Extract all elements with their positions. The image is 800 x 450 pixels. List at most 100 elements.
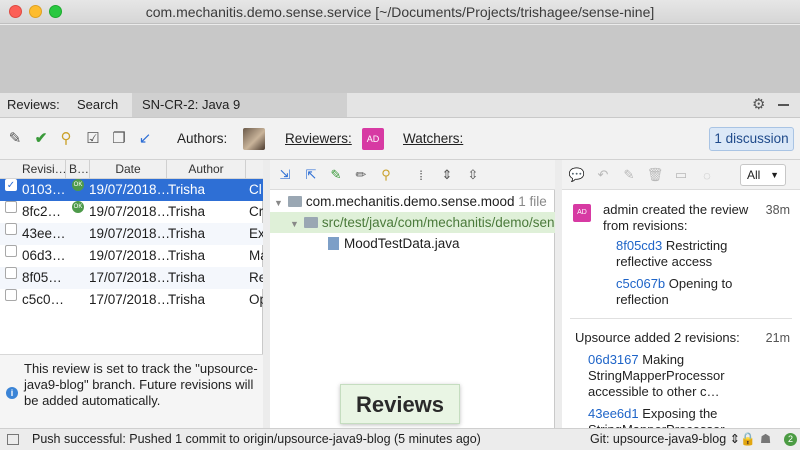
avatar: AD [573,204,591,222]
revision-message: Re [249,270,263,285]
revision-date: 19/07/2018… [89,226,171,241]
revision-date: 19/07/2018… [89,204,171,219]
table-row[interactable]: 8f05… 17/07/2018… Trisha Re [0,267,263,289]
expand-icon[interactable]: ⇱ [302,166,320,184]
table-row[interactable]: 43ee… 19/07/2018… Trisha Ex [0,223,263,245]
revision-checkbox[interactable] [5,289,17,301]
feed-item-time: 21m [765,331,790,345]
revision-author: Trisha [168,182,206,197]
collapse-icon[interactable]: ⇲ [276,166,294,184]
revision-checkbox[interactable] [5,223,17,235]
find-reviewer-icon[interactable]: ⚲ [57,129,75,147]
tree-node-module[interactable]: ▼ com.mechanitis.demo.sense.mood 1 file [270,191,555,212]
title-bar: com.mechanitis.demo.sense.service [~/Doc… [0,0,800,24]
tree-node-folder[interactable]: ▼ src/test/java/com/mechanitis/demo/sense… [270,212,555,233]
expand-arrow-icon[interactable]: ▼ [274,198,283,208]
revision-date: 19/07/2018… [89,182,171,197]
revision-checkbox[interactable] [5,267,17,279]
expand-arrow-icon[interactable]: ▼ [290,219,299,229]
feed-item-text: admin created the review from revisions: [603,202,749,233]
search-icon[interactable]: ⚲ [377,166,395,184]
table-row[interactable]: ✓ 0103… OK 19/07/2018… Trisha Cl [0,179,263,201]
col-header-build[interactable]: B… [66,160,90,179]
revision-checkbox[interactable] [5,201,17,213]
mark-done-icon[interactable]: ☑ [84,129,102,147]
revision-author: Trisha [168,248,206,263]
revisions-table-header: Revisi… B… Date Author [0,160,263,179]
pencil-icon[interactable]: ✏ [352,166,370,184]
revision-link[interactable]: c5c067b [616,276,665,291]
mark-reviewed-icon[interactable]: ✎ [327,166,345,184]
group-by-icon[interactable]: ⁞ [412,166,430,184]
revision-id: 06d3… [22,248,66,263]
revision-link[interactable]: 8f05cd3 [616,238,662,253]
minimize-panel-icon[interactable] [778,93,794,117]
folder-icon[interactable]: ▭ [672,166,690,184]
revision-checkbox[interactable]: ✓ [5,179,17,191]
git-branch-widget[interactable]: Git: upsource-java9-blog ⇕ [590,429,740,450]
build-ok-badge: OK [72,201,84,213]
revision-link[interactable]: 43ee6d1 [588,406,639,421]
feed-filter-dropdown[interactable]: All ▼ [740,164,786,186]
revision-message: Cl [249,182,262,197]
files-toolbar: ⇲ ⇱ ✎ ✏ ⚲ ⁞ ⇕ ⇳ [270,160,555,190]
discussion-button[interactable]: 1 discussion [709,127,794,151]
revision-date: 19/07/2018… [89,248,171,263]
feed-item-text: Upsource added 2 revisions: [575,330,740,345]
revision-message: Ma [249,248,263,263]
copy-icon[interactable]: ❐ [110,129,128,147]
revision-date: 17/07/2018… [89,292,171,307]
revision-author: Trisha [168,226,206,241]
notification-badge[interactable]: 2 [784,433,797,446]
watchers-label[interactable]: Watchers: [403,131,463,146]
tool-windows-icon[interactable] [7,434,19,445]
editor-area [0,25,800,93]
reviewers-label[interactable]: Reviewers: [285,131,352,146]
expand-all-icon[interactable]: ⇕ [438,166,456,184]
edit-icon[interactable]: ✎ [6,129,24,147]
revision-link[interactable]: 06d3167 [588,352,639,367]
review-toolbar: ✎ ✔ ⚲ ☑ ❐ ↙ Authors: Reviewers: AD Watch… [0,118,800,160]
chevron-down-icon: ▼ [770,170,779,180]
revision-message: Cr [249,204,263,219]
close-window-button[interactable] [9,5,22,18]
branch-tracking-info: i This review is set to track the "upsou… [0,354,263,428]
revision-id: 0103… [22,182,66,197]
edit-comment-icon[interactable]: ✎ [620,166,638,184]
bubble-icon[interactable]: ◌ [698,166,716,184]
gear-icon[interactable]: ⚙ [752,93,765,117]
reviewer-avatar[interactable]: AD [362,128,384,150]
col-header-author[interactable]: Author [167,160,246,179]
review-tab-bar: Reviews: Search SN-CR-2: Java 9 Improvem… [0,93,800,136]
table-row[interactable]: 06d3… 19/07/2018… Trisha Ma [0,245,263,267]
reply-icon[interactable]: ↶ [594,166,612,184]
col-header-date[interactable]: Date [90,160,167,179]
minimize-window-button[interactable] [29,5,42,18]
revision-checkbox[interactable] [5,245,17,257]
inspector-icon[interactable]: ☗ [760,429,771,450]
author-avatar[interactable] [243,128,265,150]
tree-node-file[interactable]: MoodTestData.java [270,233,555,254]
delete-icon[interactable]: 🗑 [646,166,664,184]
reviews-tooltip: Reviews [340,384,460,424]
accept-check-icon[interactable]: ✔ [32,129,50,147]
feed-revision-entry: 8f05cd3 Restricting reflective access [616,238,728,269]
tab-search[interactable]: Search [67,93,128,117]
tab-review-sn-cr-2[interactable]: SN-CR-2: Java 9 Improvements× [132,93,347,136]
revision-id: 8fc2… [22,204,62,219]
folder-icon [303,217,318,228]
module-icon [287,196,302,207]
arrow-down-left-icon[interactable]: ↙ [136,129,154,147]
branch-tracking-text: This review is set to track the "upsourc… [24,361,258,408]
col-header-revision[interactable]: Revisi… [0,160,67,179]
reviews-label: Reviews: [7,97,60,112]
revision-id: c5c0… [22,292,65,307]
feed-revision-entry: 06d3167 Making StringMapperProcessor acc… [588,352,725,399]
table-row[interactable]: c5c0… 17/07/2018… Trisha Op [0,289,263,311]
revision-date: 17/07/2018… [89,270,171,285]
table-row[interactable]: 8fc2… OK 19/07/2018… Trisha Cr [0,201,263,223]
comment-icon[interactable]: 💬 [568,166,586,184]
module-name: com.mechanitis.demo.sense.mood [305,194,515,209]
collapse-all-icon[interactable]: ⇳ [464,166,482,184]
maximize-window-button[interactable] [49,5,62,18]
